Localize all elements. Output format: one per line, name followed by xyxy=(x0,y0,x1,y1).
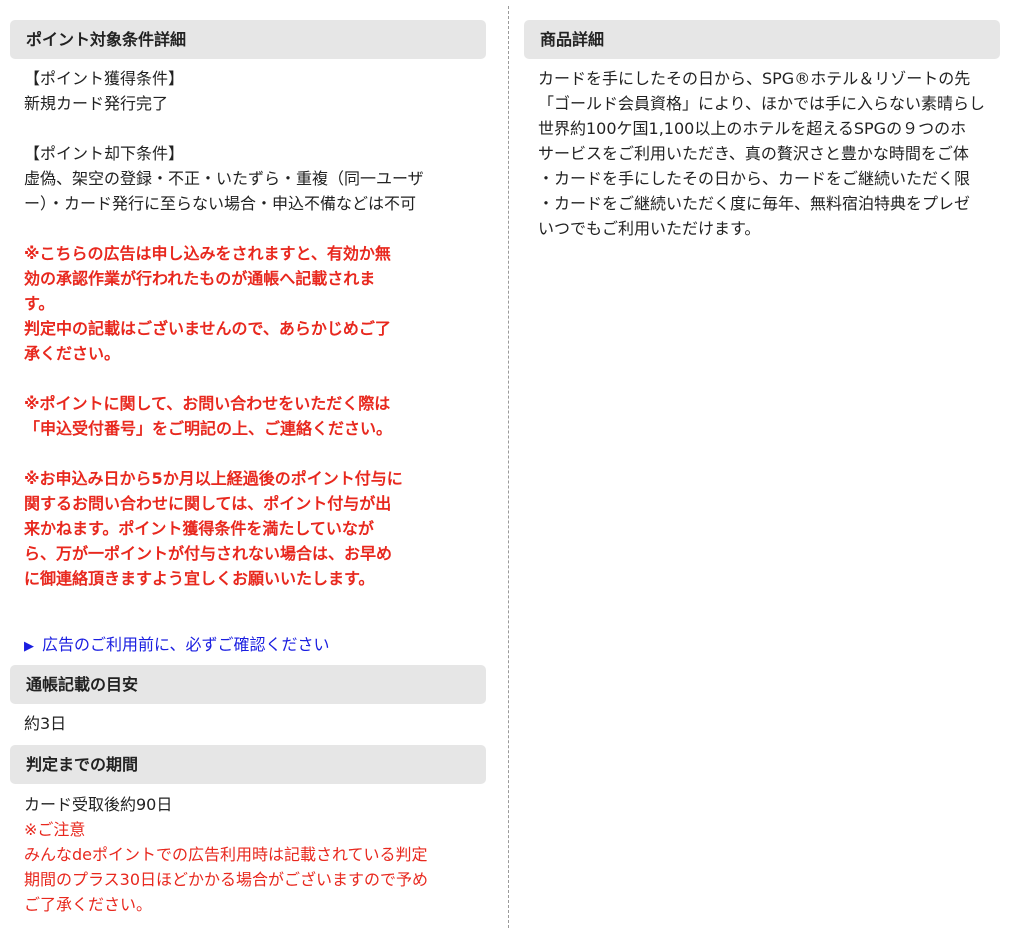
note-line: みんなdeポイントでの広告利用時は記載されている判定 xyxy=(24,845,428,864)
passbook-value: 約3日 xyxy=(24,714,67,733)
point-conditions-body: 【ポイント獲得条件】 新規カード発行完了 【ポイント却下条件】 虚偽、架空の登録… xyxy=(10,66,486,659)
notice-five-months: ※お申込み日から5か月以上経過後のポイント付与に 関するお問い合わせに関しては、… xyxy=(24,466,486,591)
note-title: ※ご注意 xyxy=(24,820,86,839)
earn-condition-title: 【ポイント獲得条件】 xyxy=(24,69,185,88)
notice-approval: ※こちらの広告は申し込みをされますと、有効か無 効の承認作業が行われたものが通帳… xyxy=(24,241,486,366)
confirm-before-use-link[interactable]: ▶ 広告のご利用前に、必ずご確認ください xyxy=(24,632,486,659)
note-line: 期間のプラス30日ほどかかる場合がございますので予め xyxy=(24,870,429,889)
notice-line: ※こちらの広告は申し込みをされますと、有効か無 xyxy=(24,244,391,263)
product-details-header: 商品詳細 xyxy=(524,20,1000,59)
notice-line: 関するお問い合わせに関しては、ポイント付与が出 xyxy=(24,494,392,513)
point-conditions-header: ポイント対象条件詳細 xyxy=(10,20,486,59)
notice-line: ※ポイントに関して、お問い合わせをいただく際は xyxy=(24,394,391,413)
product-line: サービスをご利用いただき、真の贅沢さと豊かな時間をご体 xyxy=(538,144,969,163)
product-line: 世界約100ケ国1,100以上のホテルを超えるSPGの９つのホ xyxy=(538,119,967,138)
column-divider xyxy=(508,6,509,928)
note-line: ご了承ください。 xyxy=(24,895,153,914)
product-line: カードを手にしたその日から、SPG®ホテル＆リゾートの先 xyxy=(538,69,971,88)
notice-line: 効の承認作業が行われたものが通帳へ記載されま xyxy=(24,269,376,288)
notice-line: 来かねます。ポイント獲得条件を満たしていなが xyxy=(24,519,374,538)
right-column: 商品詳細 カードを手にしたその日から、SPG®ホテル＆リゾートの先 「ゴールド会… xyxy=(524,20,1024,241)
notice-line: す。 xyxy=(24,294,55,313)
judgement-header: 判定までの期間 xyxy=(10,745,486,784)
product-details-body: カードを手にしたその日から、SPG®ホテル＆リゾートの先 「ゴールド会員資格」に… xyxy=(524,66,1024,241)
notice-line: に御連絡頂きますよう宜しくお願いいたします。 xyxy=(24,569,375,588)
triangle-right-icon: ▶ xyxy=(24,639,34,654)
judgement-value: カード受取後約90日 xyxy=(24,795,173,814)
notice-inquiry: ※ポイントに関して、お問い合わせをいただく際は 「申込受付番号」をご明記の上、ご… xyxy=(24,391,486,441)
confirm-link-label: 広告のご利用前に、必ずご確認ください xyxy=(42,635,330,654)
judgement-body: カード受取後約90日 ※ご注意 みんなdeポイントでの広告利用時は記載されている… xyxy=(10,792,486,917)
notice-line: ら、万が一ポイントが付与されない場合は、お早め xyxy=(24,544,393,563)
product-line: ・カードを手にしたその日から、カードをご継続いただく限 xyxy=(538,169,971,188)
earn-condition-text: 新規カード発行完了 xyxy=(24,94,169,113)
reject-condition-title: 【ポイント却下条件】 xyxy=(24,144,185,163)
judgement-note: ※ご注意 みんなdeポイントでの広告利用時は記載されている判定 期間のプラス30… xyxy=(24,817,486,917)
notice-line: 判定中の記載はございませんので、あらかじめご了 xyxy=(24,319,391,338)
passbook-body: 約3日 xyxy=(10,711,486,736)
product-line: いつでもご利用いただけます。 xyxy=(538,219,761,238)
product-line: 「ゴールド会員資格」により、ほかでは手に入らない素晴らし xyxy=(538,94,986,113)
reject-condition-line: 虚偽、架空の登録・不正・いたずら・重複（同一ユーザ xyxy=(24,169,424,188)
notice-line: ※お申込み日から5か月以上経過後のポイント付与に xyxy=(24,469,403,488)
reject-condition-line: ー）・カード発行に至らない場合・申込不備などは不可 xyxy=(24,194,417,213)
notice-line: 承ください。 xyxy=(24,344,121,363)
left-column: ポイント対象条件詳細 【ポイント獲得条件】 新規カード発行完了 【ポイント却下条… xyxy=(10,20,486,917)
notice-line: 「申込受付番号」をご明記の上、ご連絡ください。 xyxy=(24,419,393,438)
passbook-header: 通帳記載の目安 xyxy=(10,665,486,704)
page: ポイント対象条件詳細 【ポイント獲得条件】 新規カード発行完了 【ポイント却下条… xyxy=(0,0,1024,935)
product-line: ・カードをご継続いただく度に毎年、無料宿泊特典をプレゼ xyxy=(538,194,971,213)
